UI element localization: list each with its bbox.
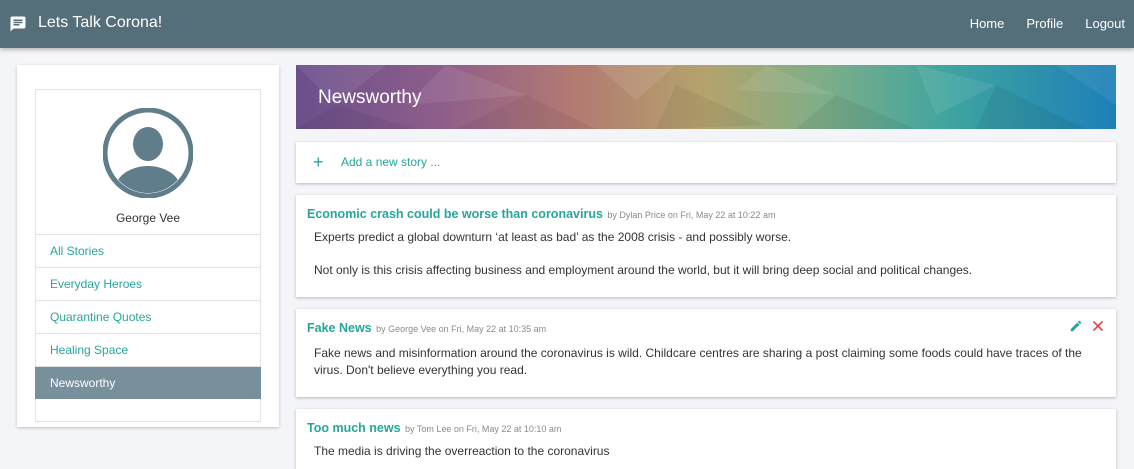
story-paragraph: The media is driving the overreaction to… [314,444,610,458]
story-header: Economic crash could be worse than coron… [307,205,775,223]
story-meta: by Tom Lee on Fri, May 22 at 10:10 am [404,424,562,434]
nav-home-link[interactable]: Home [970,0,1005,48]
story-card: Economic crash could be worse than coron… [296,195,1116,297]
add-story-label: Add a new story ... [341,155,441,169]
sidebar-item-quarantine-quotes[interactable]: Quarantine Quotes [35,300,261,333]
story-meta: by George Vee on Fri, May 22 at 10:35 am [376,324,547,334]
story-header: Fake News by George Vee on Fri, May 22 a… [307,319,546,337]
story-title[interactable]: Fake News [307,321,372,335]
story-paragraph: Fake news and misinformation around the … [314,346,1082,377]
sidebar-item-everyday-heroes[interactable]: Everyday Heroes [35,267,261,300]
add-story-button[interactable]: + Add a new story ... [296,142,1116,183]
pencil-icon[interactable] [1069,319,1083,333]
story-card: Too much news by Tom Lee on Fri, May 22 … [296,409,1116,469]
category-banner: Newsworthy [296,65,1116,129]
profile-username: George Vee [115,211,181,225]
account-circle-icon [103,108,193,198]
story-header: Too much news by Tom Lee on Fri, May 22 … [307,419,561,437]
sidebar-item-healing-space[interactable]: Healing Space [35,333,261,366]
profile-panel: George Vee All Stories Everyday Heroes Q… [35,89,261,422]
plus-icon: + [313,152,324,172]
top-nav: Home Profile Logout [948,0,1134,48]
top-app-bar: Lets Talk Corona! Home Profile Logout [0,0,1134,48]
nav-logout-link[interactable]: Logout [1085,0,1125,48]
story-title[interactable]: Too much news [307,421,401,435]
story-paragraph: Not only is this crisis affecting busine… [314,263,973,277]
story-meta: by Dylan Price on Fri, May 22 at 10:22 a… [607,210,776,220]
story-card: Fake News by George Vee on Fri, May 22 a… [296,309,1116,397]
story-paragraph: Experts predict a global downturn ‘at le… [314,230,792,244]
banner-title: Newsworthy [318,87,422,108]
sidebar-item-newsworthy[interactable]: Newsworthy [35,366,261,399]
nav-profile-link[interactable]: Profile [1026,0,1063,48]
sidebar-card: George Vee All Stories Everyday Heroes Q… [17,65,279,427]
app-title[interactable]: Lets Talk Corona! [38,14,162,32]
story-title[interactable]: Economic crash could be worse than coron… [307,207,603,221]
sidebar-item-all-stories[interactable]: All Stories [35,234,261,267]
category-menu: All Stories Everyday Heroes Quarantine Q… [35,234,261,399]
close-icon[interactable] [1091,319,1105,333]
chat-icon[interactable] [9,15,27,33]
